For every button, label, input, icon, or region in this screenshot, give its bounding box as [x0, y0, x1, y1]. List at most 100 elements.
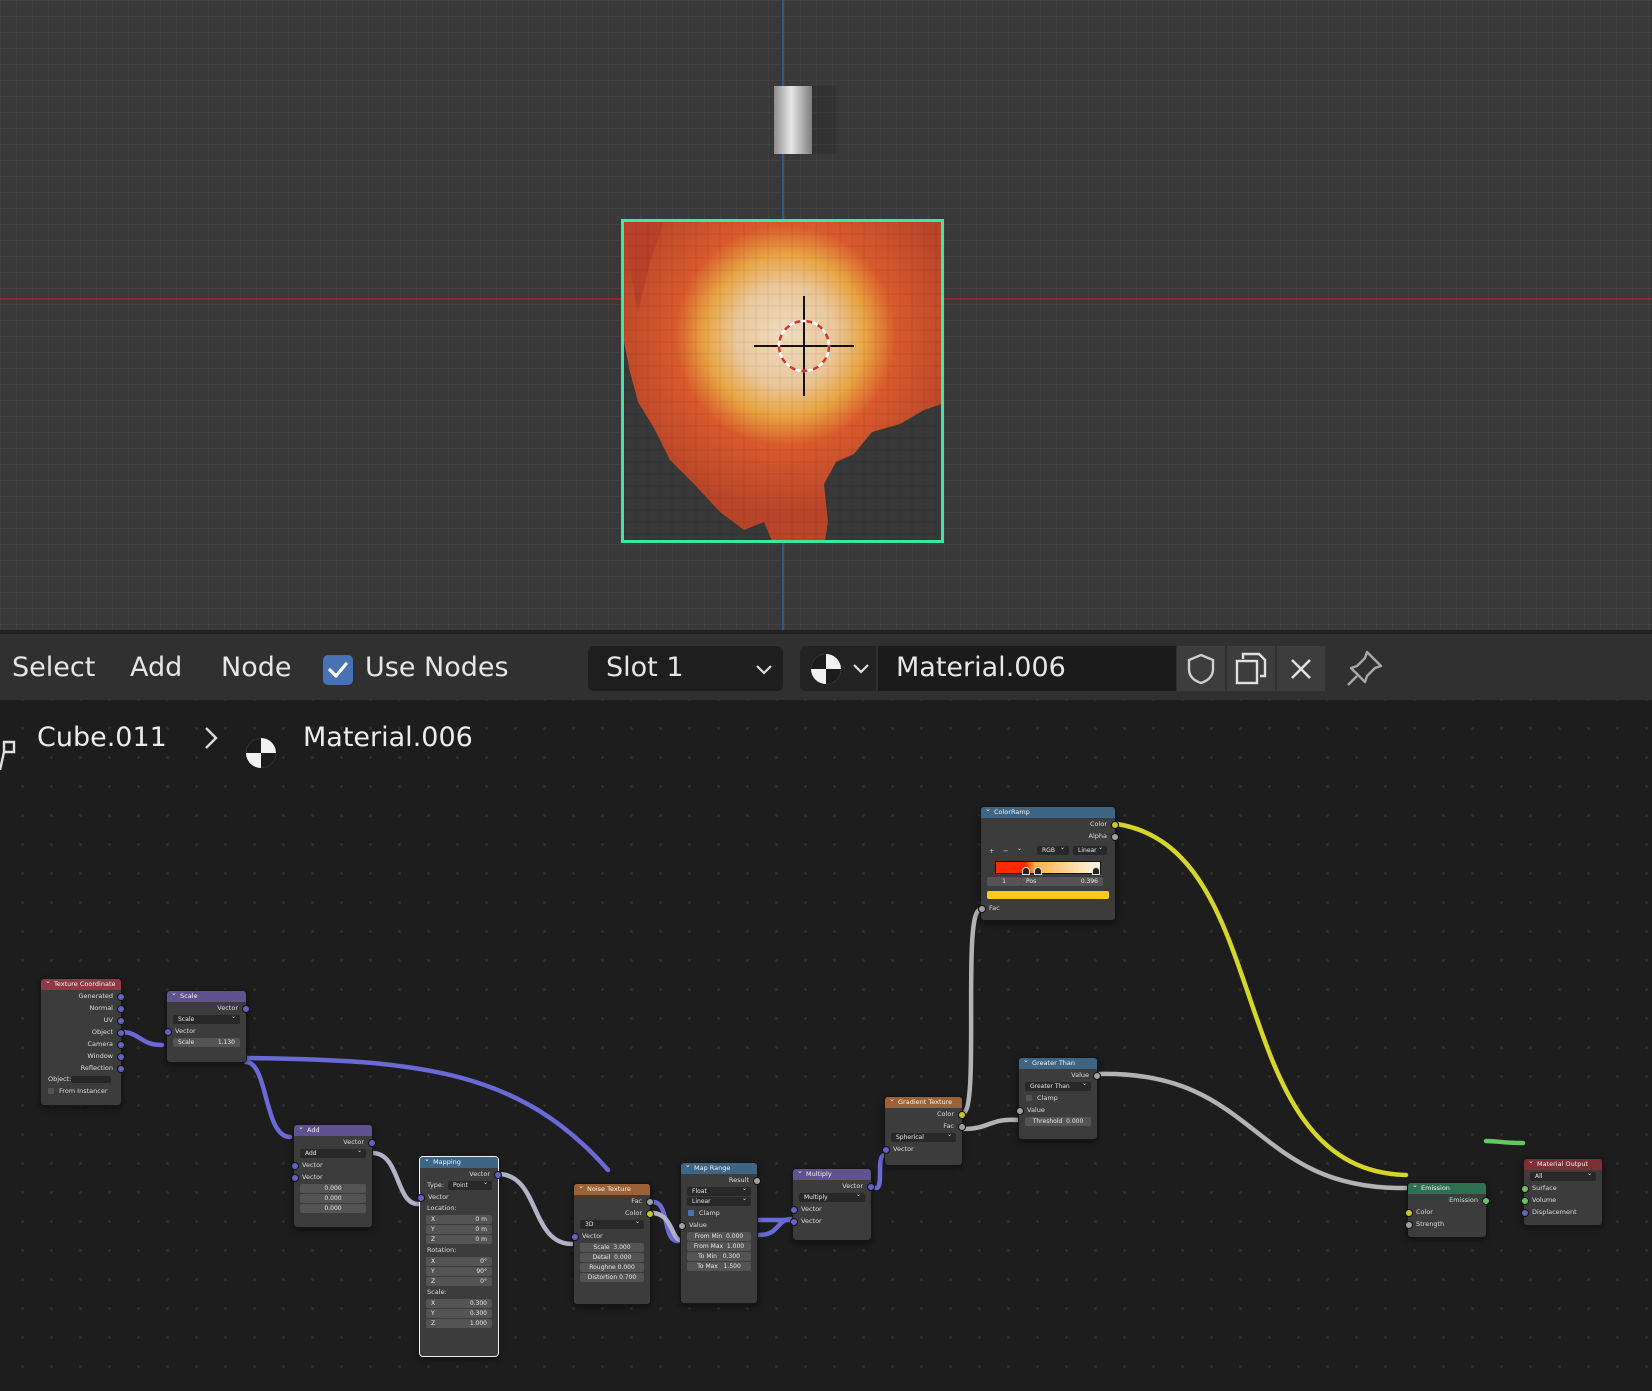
socket-generated[interactable]: Generated — [41, 990, 125, 1002]
socket-vector-in-2[interactable]: Vector — [789, 1215, 871, 1227]
socket-vector-out[interactable]: Vector — [167, 1002, 250, 1014]
socket-value-in[interactable]: Value — [1015, 1104, 1097, 1116]
output-socket[interactable] — [1110, 821, 1119, 829]
node-title[interactable]: Texture Coordinate — [41, 979, 121, 990]
socket-emission-out[interactable]: Emission — [1408, 1194, 1490, 1206]
socket-object[interactable]: Object — [41, 1026, 125, 1038]
output-socket[interactable] — [493, 1171, 502, 1179]
node-colorramp[interactable]: ColorRamp Color Alpha + − ⌄ RGB Linear 1… — [977, 806, 1119, 921]
output-socket[interactable] — [957, 1111, 966, 1119]
output-socket[interactable] — [367, 1139, 376, 1147]
socket-uv[interactable]: UV — [41, 1014, 125, 1026]
menu-node[interactable]: Node — [221, 652, 291, 683]
duplicate-material-button[interactable] — [1227, 646, 1275, 691]
3d-viewport[interactable] — [0, 0, 1652, 630]
to-min-field[interactable]: To Min 0.300 — [687, 1252, 751, 1261]
fake-user-button[interactable] — [1177, 646, 1225, 691]
socket-fac-in[interactable]: Fac — [977, 902, 1115, 914]
rotation-x-field[interactable]: X 0° — [426, 1257, 492, 1266]
output-socket[interactable] — [645, 1198, 654, 1206]
input-socket[interactable] — [677, 1222, 686, 1230]
input-socket[interactable] — [1015, 1107, 1024, 1115]
browse-material-button[interactable] — [800, 646, 876, 691]
node-mapping[interactable]: Mapping Vector Type: Point Vector Locatio… — [416, 1156, 502, 1357]
from-min-field[interactable]: From Min 0.000 — [687, 1232, 751, 1241]
operation-dropdown[interactable]: Greater Than — [1025, 1082, 1091, 1091]
light-object[interactable] — [774, 86, 812, 154]
socket-value-out[interactable]: Value — [1019, 1069, 1101, 1081]
location-y-field[interactable]: Y 0 m — [426, 1225, 492, 1234]
node-editor-canvas[interactable]: Cube.011 Material.006 Texture — [0, 700, 1652, 1391]
socket-vector-in[interactable]: Vector — [881, 1143, 962, 1155]
add-stop-button[interactable]: + — [989, 847, 994, 855]
socket-result-out[interactable]: Result — [681, 1174, 761, 1186]
material-slot-dropdown[interactable]: Slot 1 — [588, 646, 783, 691]
socket-vector-out[interactable]: Vector — [294, 1136, 376, 1148]
socket-value-in[interactable]: Value — [677, 1219, 757, 1231]
node-title[interactable]: ColorRamp — [981, 807, 1115, 818]
unlink-material-button[interactable] — [1277, 646, 1325, 691]
socket-strength-in[interactable]: Strength — [1404, 1218, 1486, 1230]
socket-displacement-in[interactable]: Displacement — [1520, 1206, 1602, 1218]
clamp-row[interactable]: Clamp — [1019, 1092, 1097, 1104]
socket-color-in[interactable]: Color — [1404, 1206, 1486, 1218]
node-title[interactable]: Mapping — [420, 1157, 498, 1168]
input-socket[interactable] — [977, 905, 986, 913]
node-greater-than[interactable]: Greater Than Value Greater Than Clamp Va… — [1015, 1057, 1101, 1140]
target-dropdown[interactable]: All — [1530, 1172, 1596, 1181]
input-socket[interactable] — [789, 1218, 798, 1226]
output-socket[interactable] — [116, 1041, 125, 1049]
gradient-type-dropdown[interactable]: Spherical — [891, 1133, 956, 1142]
color-mode-dropdown[interactable]: RGB — [1037, 846, 1069, 855]
node-scale[interactable]: Scale Vector Scale Vector Scale 1.130 — [163, 990, 250, 1063]
output-socket[interactable] — [866, 1183, 875, 1191]
socket-color-out[interactable]: Color — [981, 818, 1119, 830]
location-z-field[interactable]: Z 0 m — [426, 1235, 492, 1244]
node-noise-texture[interactable]: Noise Texture Fac Color 3D Vector Scale … — [570, 1183, 654, 1305]
node-title[interactable]: Noise Texture — [574, 1184, 650, 1195]
socket-surface-in[interactable]: Surface — [1520, 1182, 1602, 1194]
interpolation-dropdown[interactable]: Linear — [687, 1197, 751, 1206]
color-stop-handle[interactable] — [1092, 867, 1100, 875]
from-instancer-checkbox[interactable] — [48, 1088, 54, 1094]
colorramp-gradient-bar[interactable] — [995, 861, 1101, 875]
vector-z-field[interactable]: 0.000 — [300, 1204, 366, 1213]
pin-icon[interactable] — [1345, 648, 1385, 688]
socket-volume-in[interactable]: Volume — [1520, 1194, 1602, 1206]
input-socket[interactable] — [1404, 1221, 1413, 1229]
stop-color-swatch[interactable] — [987, 891, 1109, 899]
node-title[interactable]: Gradient Texture — [885, 1097, 962, 1108]
output-socket[interactable] — [752, 1177, 761, 1185]
node-gradient-texture[interactable]: Gradient Texture Color Fac Spherical Vec… — [881, 1096, 966, 1166]
scale-field[interactable]: Scale 1.130 — [173, 1038, 240, 1047]
vector-y-field[interactable]: 0.000 — [300, 1194, 366, 1203]
socket-vector-out[interactable]: Vector — [420, 1168, 502, 1180]
data-type-dropdown[interactable]: Float — [687, 1187, 751, 1196]
node-title[interactable]: Greater Than — [1019, 1058, 1097, 1069]
detail-field[interactable]: Detail 0.000 — [580, 1253, 644, 1262]
node-add[interactable]: Add Vector Add Vector Vector 0.000 0.000… — [290, 1124, 376, 1228]
input-socket[interactable] — [1404, 1209, 1413, 1217]
roughness-field[interactable]: Roughne 0.000 — [580, 1263, 644, 1272]
socket-vector-in[interactable]: Vector — [163, 1025, 246, 1037]
from-max-field[interactable]: From Max 1.000 — [687, 1242, 751, 1251]
node-emission[interactable]: Emission Emission Color Strength — [1404, 1182, 1490, 1238]
node-title[interactable]: Map Range — [681, 1163, 757, 1174]
from-instancer-row[interactable]: From Instancer — [41, 1085, 121, 1097]
type-dropdown[interactable]: Point — [448, 1181, 492, 1190]
input-socket[interactable] — [163, 1028, 172, 1036]
node-title[interactable]: Add — [294, 1125, 372, 1136]
threshold-field[interactable]: Threshold 0.000 — [1025, 1117, 1091, 1126]
menu-add[interactable]: Add — [130, 652, 182, 683]
socket-vector-in-2[interactable]: Vector — [290, 1171, 372, 1183]
input-socket[interactable] — [789, 1206, 798, 1214]
socket-camera[interactable]: Camera — [41, 1038, 125, 1050]
socket-reflection[interactable]: Reflection — [41, 1062, 125, 1074]
socket-normal[interactable]: Normal — [41, 1002, 125, 1014]
chevron-down-icon[interactable]: ⌄ — [1017, 845, 1022, 852]
input-socket[interactable] — [1520, 1185, 1529, 1193]
socket-color-out[interactable]: Color — [574, 1207, 654, 1219]
stop-position-field[interactable]: Pos 0.396 — [1021, 877, 1103, 886]
location-x-field[interactable]: X 0 m — [426, 1215, 492, 1224]
input-socket[interactable] — [290, 1174, 299, 1182]
